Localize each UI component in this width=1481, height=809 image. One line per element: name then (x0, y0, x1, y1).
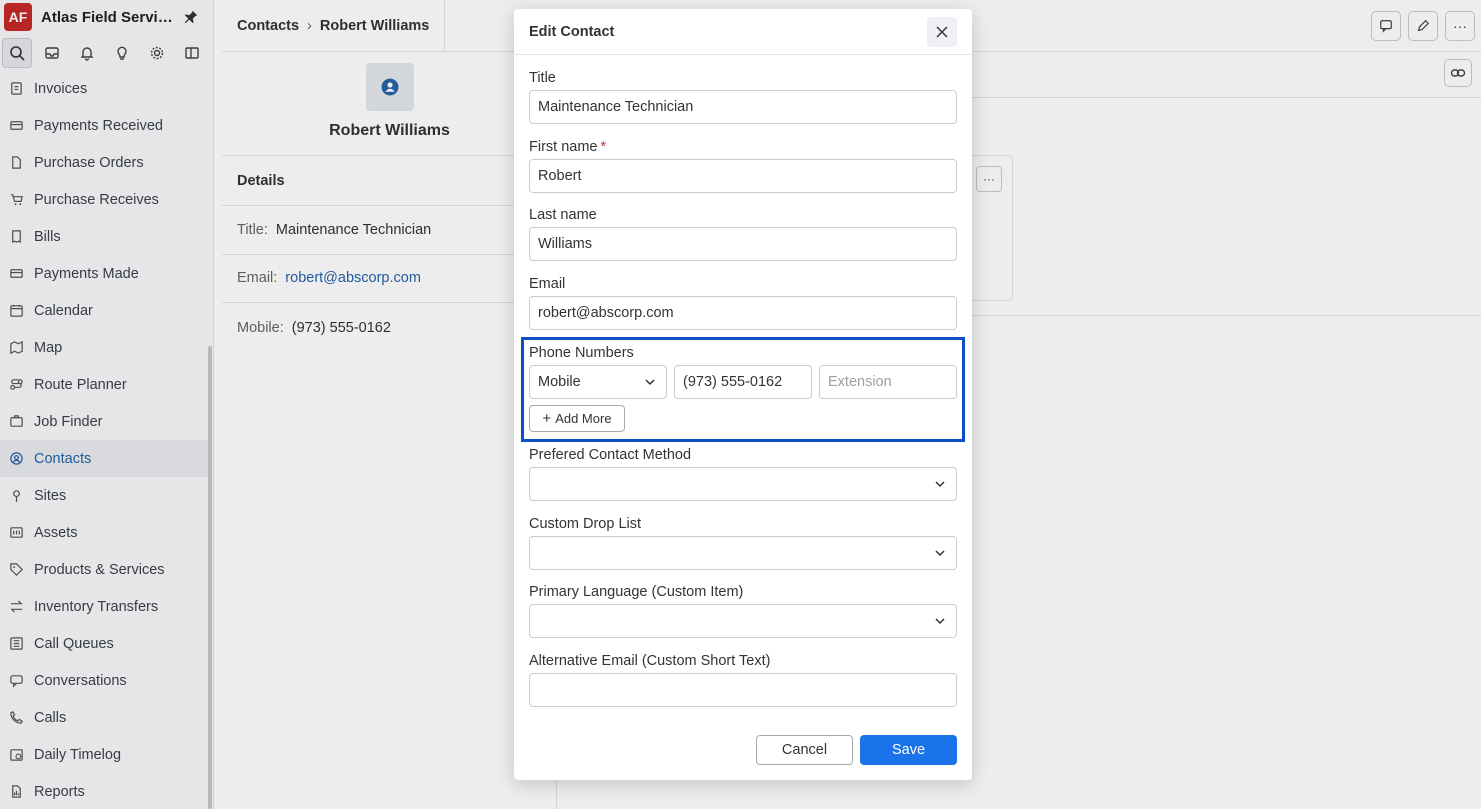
cancel-button[interactable]: Cancel (756, 735, 853, 765)
chevron-down-icon (935, 550, 945, 557)
phone-numbers-label: Phone Numbers (529, 345, 634, 361)
last-name-label: Last name (529, 207, 597, 223)
dialog-title: Edit Contact (514, 9, 972, 55)
phone-type-value: Mobile (538, 374, 581, 390)
alternative-email-label: Alternative Email (Custom Short Text) (529, 653, 771, 669)
phone-number-input[interactable]: (973) 555-0162 (674, 365, 812, 399)
custom-drop-list-select[interactable] (529, 536, 957, 570)
primary-language-select[interactable] (529, 604, 957, 638)
edit-contact-dialog: Edit Contact Title Maintenance Technicia… (514, 9, 972, 780)
alternative-email-input[interactable] (529, 673, 957, 707)
plus-icon: + (542, 410, 552, 427)
last-name-input[interactable]: Williams (529, 227, 957, 261)
first-name-input[interactable]: Robert (529, 159, 957, 193)
email-label: Email (529, 276, 566, 292)
title-label: Title (529, 70, 556, 86)
extension-input[interactable]: Extension (819, 365, 957, 399)
title-input[interactable]: Maintenance Technician (529, 90, 957, 124)
add-more-label: Add More (555, 411, 612, 426)
phone-type-select[interactable]: Mobile (529, 365, 667, 399)
close-button[interactable] (927, 17, 957, 47)
chevron-down-icon (935, 481, 945, 488)
required-mark: * (600, 139, 607, 155)
preferred-contact-label: Prefered Contact Method (529, 447, 692, 463)
chevron-down-icon (935, 618, 945, 625)
first-name-label: First name * (529, 139, 606, 155)
close-icon (936, 26, 948, 38)
save-button[interactable]: Save (860, 735, 957, 765)
first-name-label-text: First name (529, 139, 598, 155)
primary-language-label: Primary Language (Custom Item) (529, 584, 744, 600)
email-input[interactable]: robert@abscorp.com (529, 296, 957, 330)
add-more-button[interactable]: + Add More (529, 405, 625, 432)
preferred-contact-select[interactable] (529, 467, 957, 501)
chevron-down-icon (645, 379, 655, 386)
custom-drop-list-label: Custom Drop List (529, 516, 642, 532)
